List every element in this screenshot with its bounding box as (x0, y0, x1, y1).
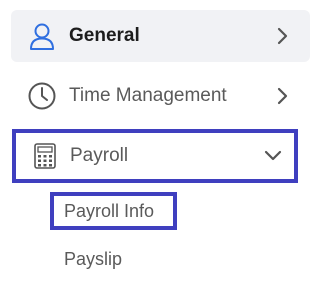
clock-icon (27, 81, 57, 111)
sidebar-item-label: General (69, 25, 140, 46)
chevron-right-icon (274, 87, 292, 105)
sidebar-nav: General Time Management Payroll Payroll … (0, 0, 319, 288)
submenu-item-payslip[interactable]: Payslip (64, 247, 122, 271)
chevron-right-icon (274, 27, 292, 45)
user-icon (27, 21, 57, 51)
sidebar-item-general[interactable]: General (11, 10, 310, 62)
calculator-icon (30, 141, 60, 171)
sidebar-item-payroll[interactable]: Payroll (12, 129, 298, 183)
chevron-down-icon (264, 147, 282, 165)
sidebar-item-time-management[interactable]: Time Management (11, 70, 310, 122)
submenu-item-payroll-info[interactable]: Payroll Info (50, 192, 177, 230)
sidebar-item-label: Time Management (69, 85, 227, 106)
sidebar-item-label: Payroll (70, 145, 129, 166)
